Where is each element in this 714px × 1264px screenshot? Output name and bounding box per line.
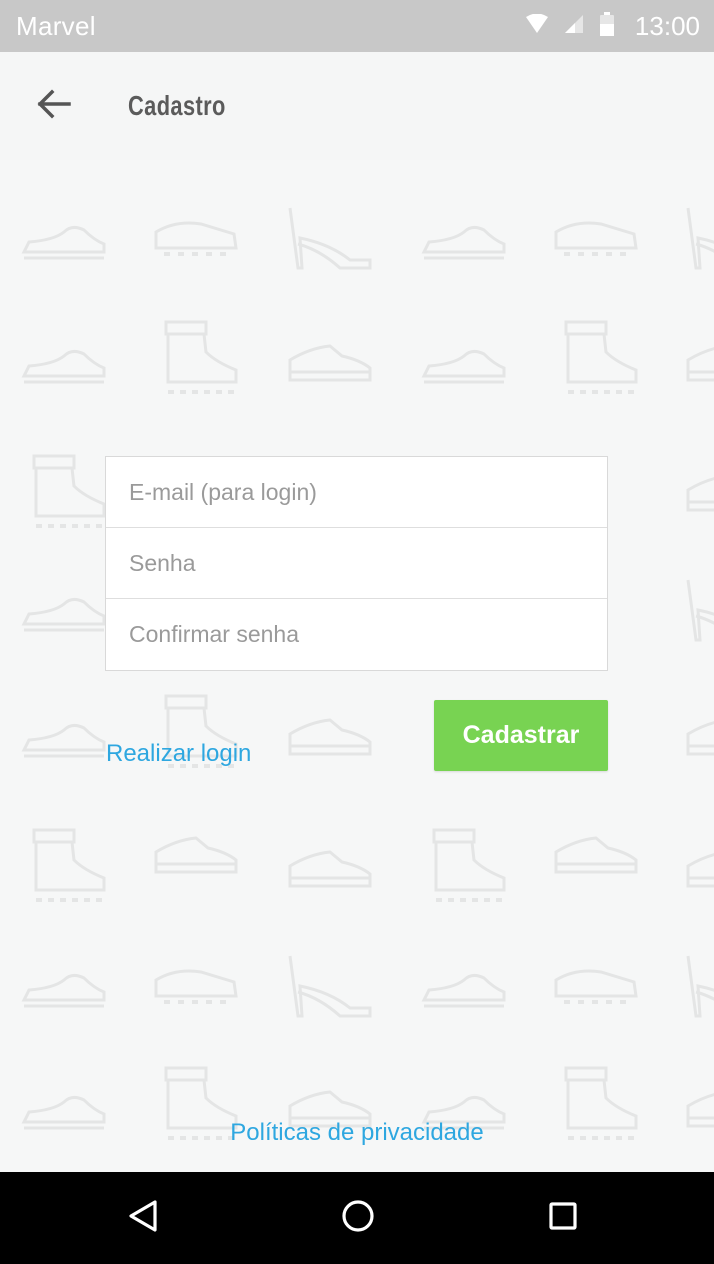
back-button[interactable] xyxy=(24,76,84,136)
status-carrier: Marvel xyxy=(16,10,96,41)
password-field[interactable] xyxy=(106,528,607,598)
status-time: 13:00 xyxy=(634,10,700,41)
signup-screen: Marvel 13:00 Cadastro E-mail (para login… xyxy=(0,0,714,1264)
password-field-container xyxy=(106,528,607,599)
app-bar: Cadastro xyxy=(0,52,714,160)
email-field[interactable] xyxy=(106,457,607,527)
recents-square-icon xyxy=(547,1200,579,1237)
email-field-container xyxy=(106,457,607,528)
status-icons: 13:00 xyxy=(525,11,700,42)
arrow-left-icon xyxy=(37,89,71,124)
login-link[interactable]: Realizar login xyxy=(106,740,251,768)
back-triangle-icon xyxy=(127,1199,159,1238)
home-circle-icon xyxy=(341,1199,375,1238)
battery-icon xyxy=(599,11,615,41)
signup-button[interactable]: Cadastrar xyxy=(434,700,608,771)
signal-icon xyxy=(563,13,585,40)
nav-recents-button[interactable] xyxy=(535,1190,591,1246)
confirm-password-field-container xyxy=(106,599,607,670)
nav-back-button[interactable] xyxy=(115,1190,171,1246)
navigation-bar xyxy=(0,1172,714,1264)
page-title: Cadastro xyxy=(128,90,226,121)
privacy-policy-link[interactable]: Políticas de privacidade xyxy=(0,1119,714,1147)
signup-form xyxy=(105,456,608,671)
wifi-icon xyxy=(525,13,549,39)
status-bar: Marvel 13:00 xyxy=(0,0,714,52)
nav-home-button[interactable] xyxy=(330,1190,386,1246)
confirm-password-field[interactable] xyxy=(106,599,607,670)
